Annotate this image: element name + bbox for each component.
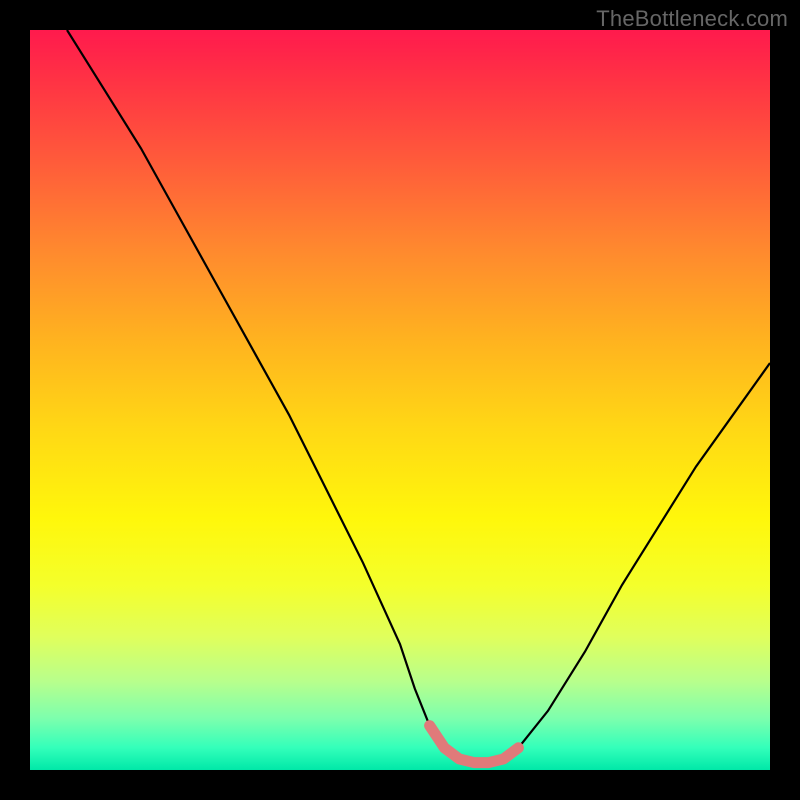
chart-area [30, 30, 770, 770]
watermark-text: TheBottleneck.com [596, 6, 788, 32]
optimal-range-highlight [430, 726, 519, 763]
bottleneck-curve-right [459, 363, 770, 763]
chart-svg [30, 30, 770, 770]
bottleneck-curve-left [67, 30, 489, 763]
